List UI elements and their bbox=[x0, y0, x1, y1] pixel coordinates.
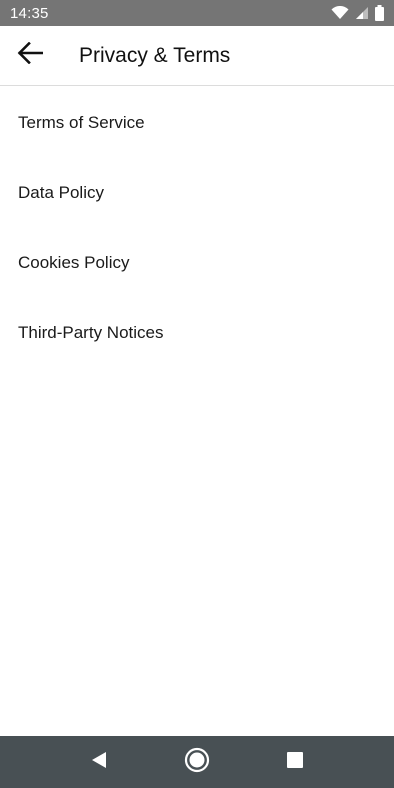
navigation-bar bbox=[0, 736, 394, 788]
menu-item-third-party-notices[interactable]: Third-Party Notices bbox=[0, 298, 394, 368]
menu-item-cookies-policy[interactable]: Cookies Policy bbox=[0, 228, 394, 298]
menu-item-label: Third-Party Notices bbox=[18, 323, 164, 342]
cell-signal-icon bbox=[355, 6, 369, 20]
nav-home-button[interactable] bbox=[148, 736, 246, 788]
menu-list: Terms of Service Data Policy Cookies Pol… bbox=[0, 88, 394, 368]
app-bar: Privacy & Terms bbox=[0, 26, 394, 86]
page-title: Privacy & Terms bbox=[79, 43, 231, 67]
status-bar: 14:35 bbox=[0, 0, 394, 26]
recents-square-icon bbox=[286, 751, 304, 774]
home-circle-icon bbox=[184, 747, 210, 778]
wifi-icon bbox=[331, 6, 349, 20]
back-button[interactable] bbox=[0, 26, 60, 86]
menu-item-label: Cookies Policy bbox=[18, 253, 130, 272]
status-time: 14:35 bbox=[10, 4, 49, 22]
status-icons bbox=[331, 5, 384, 21]
menu-item-label: Terms of Service bbox=[18, 113, 145, 132]
menu-item-data-policy[interactable]: Data Policy bbox=[0, 158, 394, 228]
back-triangle-icon bbox=[90, 751, 108, 774]
nav-recents-button[interactable] bbox=[246, 736, 344, 788]
menu-item-label: Data Policy bbox=[18, 183, 104, 202]
battery-icon bbox=[375, 5, 384, 21]
arrow-back-icon bbox=[17, 41, 44, 69]
screen: 14:35 Privacy & Terms Terms of Service D… bbox=[0, 0, 394, 788]
nav-back-button[interactable] bbox=[50, 736, 148, 788]
menu-item-terms-of-service[interactable]: Terms of Service bbox=[0, 88, 394, 158]
